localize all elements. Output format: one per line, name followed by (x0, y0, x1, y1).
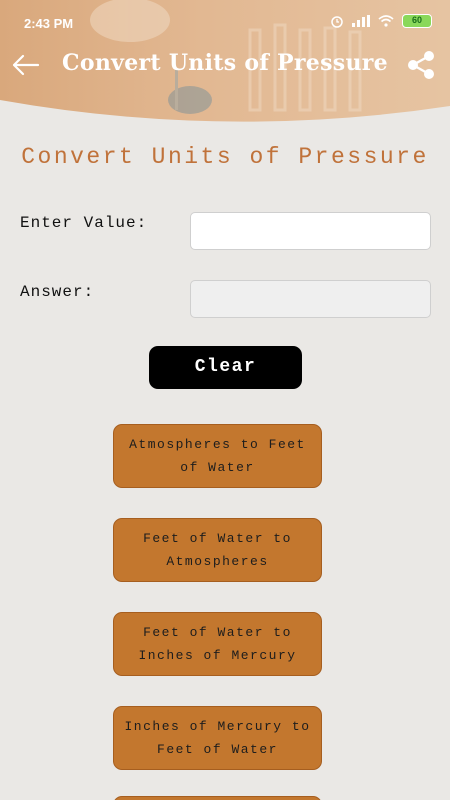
answer-field (190, 280, 431, 318)
back-button[interactable] (8, 48, 42, 82)
enter-value-label: Enter Value: (20, 214, 148, 232)
alarm-icon (331, 16, 343, 28)
feet-of-water-to-inches-of-mercury-button[interactable]: Feet of Water to Inches of Mercury (113, 612, 322, 676)
page-heading: Convert Units of Pressure (21, 144, 429, 170)
signal-icon (352, 15, 370, 27)
inches-of-mercury-to-feet-of-water-button[interactable]: Inches of Mercury to Feet of Water (113, 706, 322, 770)
status-time: 2:43 PM (24, 16, 74, 31)
clear-button[interactable]: Clear (149, 346, 302, 389)
back-arrow-icon (12, 54, 40, 76)
next-conversion-button-partial[interactable] (113, 796, 322, 800)
value-input[interactable] (190, 212, 431, 250)
toolbar-title: Convert Units of Pressure (62, 50, 388, 76)
feet-of-water-to-atmospheres-button[interactable]: Feet of Water to Atmospheres (113, 518, 322, 582)
answer-label: Answer: (20, 283, 95, 301)
status-bar: 2:43 PM 60 (0, 0, 450, 48)
wifi-icon (378, 15, 394, 27)
battery-icon: 60 (402, 14, 432, 28)
app-header: 2:43 PM 60 Convert Units of Pressure (0, 0, 450, 128)
atmospheres-to-feet-of-water-button[interactable]: Atmospheres to Feet of Water (113, 424, 322, 488)
share-button[interactable] (404, 48, 438, 82)
toolbar: Convert Units of Pressure (0, 42, 450, 88)
share-icon (408, 51, 434, 79)
status-icons: 60 (330, 14, 432, 28)
